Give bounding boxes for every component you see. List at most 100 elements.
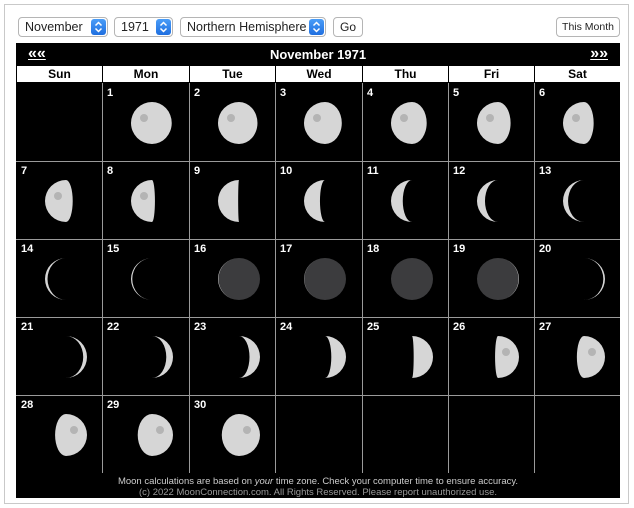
moon-phase-icon [218, 180, 260, 222]
day-cell: 4 [363, 84, 448, 161]
day-cell: 7 [17, 162, 102, 239]
day-number: 6 [539, 87, 546, 99]
day-number: 8 [107, 165, 114, 177]
this-month-button[interactable]: This Month [556, 17, 620, 37]
chevron-updown-icon [309, 19, 324, 35]
moon-phase-icon [391, 180, 433, 222]
moon-phase-icon [563, 258, 605, 300]
moon-phase-icon [131, 258, 173, 300]
day-number: 19 [453, 243, 466, 255]
day-cell: 10 [276, 162, 362, 239]
day-number: 22 [107, 321, 120, 333]
day-cell: 15 [103, 240, 189, 317]
hemisphere-select-value: Northern Hemisphere [187, 20, 307, 34]
chevron-updown-icon [91, 19, 106, 35]
day-number: 5 [453, 87, 460, 99]
hemisphere-select[interactable]: Northern Hemisphere [180, 17, 326, 37]
day-number: 12 [453, 165, 466, 177]
month-select[interactable]: November [18, 17, 108, 37]
moon-phase-icon [218, 414, 260, 456]
weekday-sun: Sun [17, 66, 102, 82]
day-cell: 14 [17, 240, 102, 317]
calendar-footer: Moon calculations are based on your time… [16, 476, 620, 498]
day-cell: 9 [190, 162, 275, 239]
moon-phase-icon [45, 336, 87, 378]
next-month-link[interactable]: »» [590, 45, 608, 63]
day-number: 17 [280, 243, 293, 255]
day-cell: 23 [190, 318, 275, 395]
go-button[interactable]: Go [333, 17, 363, 37]
day-number: 13 [539, 165, 552, 177]
day-number: 26 [453, 321, 466, 333]
moon-phase-icon [218, 336, 260, 378]
day-cell: 17 [276, 240, 362, 317]
moon-phase-icon [45, 180, 87, 222]
weekday-tue: Tue [190, 66, 275, 82]
day-cell: 25 [363, 318, 448, 395]
moon-phase-icon [131, 414, 173, 456]
moon-phase-icon [391, 336, 433, 378]
moon-calendar: «« November 1971 »» Moon calculations ar… [16, 43, 620, 498]
empty-day-cell [363, 396, 448, 473]
day-number: 28 [21, 399, 34, 411]
day-number: 21 [21, 321, 34, 333]
day-number: 20 [539, 243, 552, 255]
moon-phase-icon [131, 180, 173, 222]
moon-phase-icon [391, 258, 433, 300]
day-cell: 2 [190, 84, 275, 161]
moon-phase-icon [304, 258, 346, 300]
day-number: 24 [280, 321, 293, 333]
moon-phase-icon [477, 102, 519, 144]
day-number: 27 [539, 321, 552, 333]
moon-phase-icon [45, 414, 87, 456]
moon-phase-icon [45, 258, 87, 300]
day-number: 1 [107, 87, 114, 99]
moon-phase-icon [477, 336, 519, 378]
weekday-wed: Wed [276, 66, 362, 82]
moon-phase-icon [304, 336, 346, 378]
day-cell: 11 [363, 162, 448, 239]
empty-day-cell [17, 84, 102, 161]
day-cell: 27 [535, 318, 620, 395]
copyright-text: (c) 2022 MoonConnection.com. All Rights … [138, 487, 498, 498]
day-cell: 13 [535, 162, 620, 239]
day-number: 9 [194, 165, 201, 177]
weekday-fri: Fri [449, 66, 534, 82]
moon-phase-icon [131, 102, 173, 144]
weekday-mon: Mon [103, 66, 189, 82]
month-select-value: November [25, 20, 83, 34]
calendar-title: November 1971 [269, 47, 367, 62]
moon-phase-icon [563, 180, 605, 222]
day-cell: 28 [17, 396, 102, 473]
empty-day-cell [449, 396, 534, 473]
day-cell: 18 [363, 240, 448, 317]
day-cell: 16 [190, 240, 275, 317]
footer-note: Moon calculations are based on your time… [117, 476, 519, 487]
day-cell: 6 [535, 84, 620, 161]
day-cell: 12 [449, 162, 534, 239]
day-number: 14 [21, 243, 34, 255]
empty-day-cell [276, 396, 362, 473]
day-cell: 24 [276, 318, 362, 395]
day-number: 10 [280, 165, 293, 177]
moon-phase-icon [218, 258, 260, 300]
moon-phase-icon [304, 180, 346, 222]
day-cell: 8 [103, 162, 189, 239]
day-number: 16 [194, 243, 207, 255]
day-cell: 1 [103, 84, 189, 161]
calendar-header: «« November 1971 »» [16, 43, 620, 65]
moon-phase-icon [391, 102, 433, 144]
day-number: 7 [21, 165, 28, 177]
day-cell: 5 [449, 84, 534, 161]
day-number: 23 [194, 321, 207, 333]
day-cell: 22 [103, 318, 189, 395]
year-select-value: 1971 [121, 20, 149, 34]
day-cell: 30 [190, 396, 275, 473]
chevron-updown-icon [156, 19, 171, 35]
day-number: 15 [107, 243, 120, 255]
weekday-sat: Sat [535, 66, 620, 82]
day-cell: 26 [449, 318, 534, 395]
year-select[interactable]: 1971 [114, 17, 173, 37]
day-cell: 3 [276, 84, 362, 161]
moon-phase-icon [477, 258, 519, 300]
